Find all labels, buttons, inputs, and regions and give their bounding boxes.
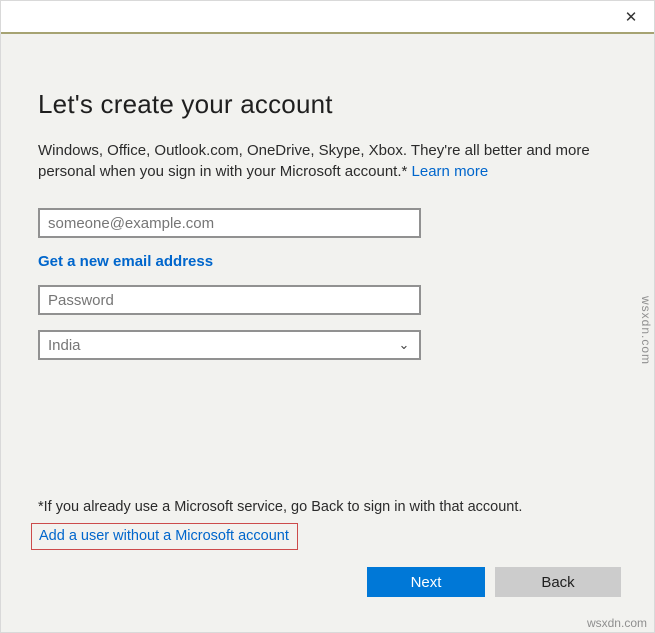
watermark-horizontal: wsxdn.com (586, 616, 647, 630)
learn-more-link[interactable]: Learn more (412, 163, 489, 180)
description-text: Windows, Office, Outlook.com, OneDrive, … (38, 142, 590, 180)
close-button[interactable]: ✕ (608, 1, 654, 32)
page-title: Let's create your account (38, 89, 333, 119)
password-field[interactable] (38, 285, 421, 315)
dialog-content: Let's create your account Windows, Offic… (1, 36, 654, 632)
country-select[interactable]: India ⌄ (38, 330, 421, 360)
country-select-value: India (48, 336, 81, 354)
new-email-link[interactable]: Get a new email address (38, 253, 213, 270)
description: Windows, Office, Outlook.com, OneDrive, … (38, 140, 618, 182)
titlebar: ✕ (1, 1, 654, 34)
footnote: *If you already use a Microsoft service,… (38, 499, 523, 515)
next-button[interactable]: Next (367, 567, 485, 597)
create-account-dialog: ✕ Let's create your account Windows, Off… (0, 0, 655, 633)
back-button[interactable]: Back (495, 567, 621, 597)
close-icon: ✕ (624, 8, 638, 26)
annotation-highlight-box: Add a user without a Microsoft account (31, 523, 298, 550)
email-field[interactable] (38, 208, 421, 238)
add-local-user-link[interactable]: Add a user without a Microsoft account (39, 528, 289, 544)
chevron-down-icon: ⌄ (398, 337, 410, 352)
watermark-vertical: wsxdn.com (639, 296, 653, 366)
